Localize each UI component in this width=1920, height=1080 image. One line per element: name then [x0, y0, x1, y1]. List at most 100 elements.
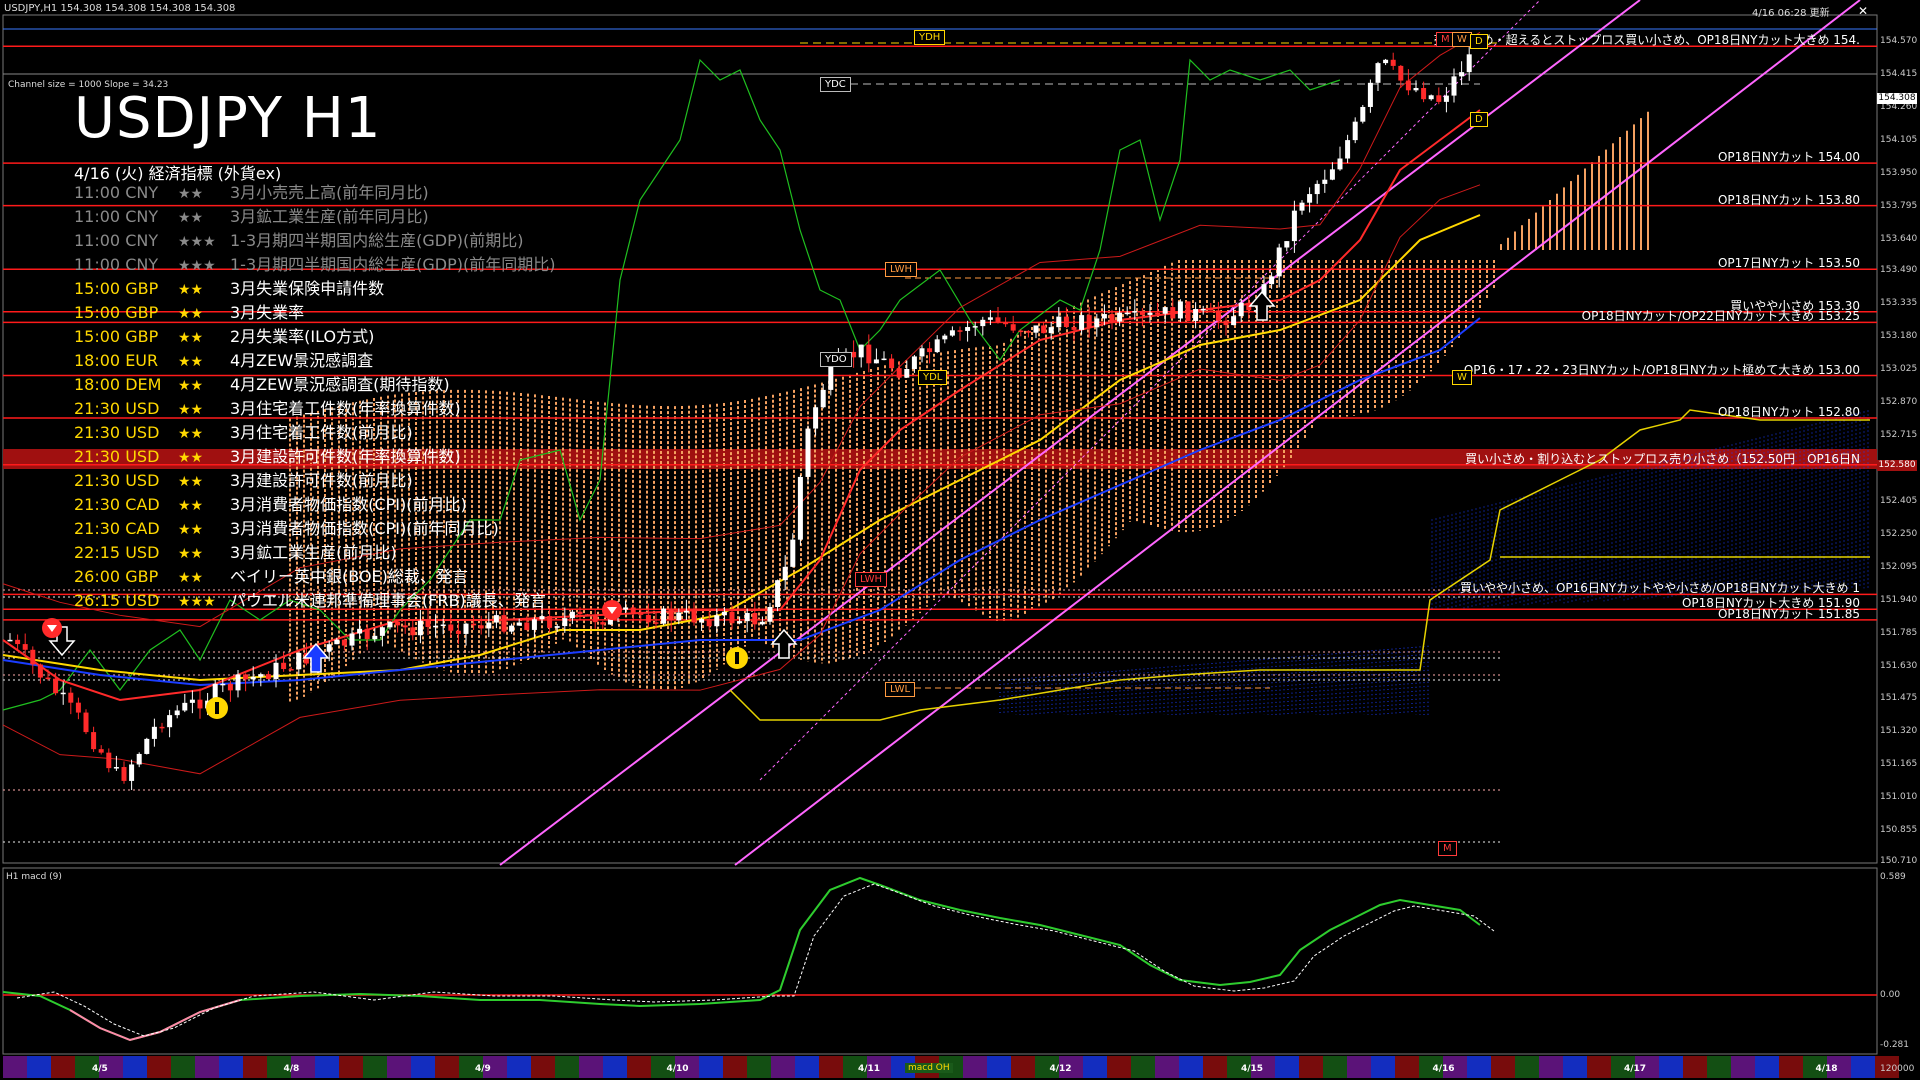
candle-body: [1094, 318, 1100, 328]
candle-body: [752, 613, 758, 625]
session-strip-segment: [1323, 1056, 1347, 1078]
price-tick: 151.165: [1880, 759, 1918, 770]
candle-body: [129, 764, 135, 781]
candle-body: [1390, 59, 1396, 66]
event-time: 11:00 CNY: [74, 231, 159, 250]
candle-body: [493, 615, 499, 623]
session-strip-segment: [627, 1056, 651, 1078]
candle-body: [531, 619, 537, 630]
candle-body: [1459, 72, 1465, 77]
session-strip-segment: [1131, 1056, 1155, 1078]
candle-body: [1269, 276, 1275, 285]
price-tick: 151.630: [1880, 660, 1918, 671]
candle-body: [1048, 327, 1054, 334]
yellow-signal-icon: [206, 697, 228, 719]
price-tick: 151.785: [1880, 627, 1918, 638]
session-strip-segment: [723, 1056, 747, 1078]
candle-body: [174, 710, 180, 716]
session-strip-segment: [147, 1056, 171, 1078]
candle-body: [189, 699, 195, 703]
sell-signal-icon: [602, 600, 622, 620]
symbol-title: USDJPY H1: [74, 86, 382, 151]
candle-body: [1451, 76, 1457, 96]
date-tick: 4/5: [92, 1064, 108, 1074]
macd-toggle-button[interactable]: macd OH: [905, 1063, 953, 1073]
candle-body: [737, 621, 743, 624]
candle-body: [987, 317, 993, 320]
calendar-event: 18:00 DEM ★★ 4月ZEW景況感調査(期待指数): [74, 373, 450, 397]
chart-close-icon[interactable]: ✕: [1858, 4, 1868, 18]
candle-body: [83, 712, 89, 733]
session-strip-segment: [1491, 1056, 1515, 1078]
reference-tag: LWH: [855, 572, 888, 587]
session-strip-segment: [507, 1056, 531, 1078]
candle-body: [547, 616, 553, 628]
candle-body: [1155, 312, 1161, 315]
price-tick: 152.095: [1880, 561, 1918, 572]
candle-body: [539, 616, 545, 620]
candle-body: [1033, 325, 1039, 333]
session-strip-segment: [771, 1056, 795, 1078]
event-name: 4月ZEW景況感調査: [230, 351, 374, 370]
candle-body: [676, 612, 682, 621]
event-stars: ★★: [178, 306, 204, 322]
session-strip-segment: [171, 1056, 195, 1078]
event-stars: ★★★: [178, 594, 216, 610]
price-tick: 152.715: [1880, 430, 1918, 441]
session-strip-segment: [1467, 1056, 1491, 1078]
session-strip-segment: [1083, 1056, 1107, 1078]
candle-body: [927, 348, 933, 353]
calendar-event: 11:00 CNY ★★ 3月小売売上高(前年同月比): [74, 181, 429, 205]
event-time: 15:00 GBP: [74, 327, 159, 346]
event-time: 21:30 USD: [74, 471, 160, 490]
candle-body: [364, 628, 370, 640]
candle-body: [68, 692, 74, 703]
candle-body: [1086, 315, 1092, 328]
session-strip-segment: [747, 1056, 771, 1078]
candle-body: [349, 633, 355, 646]
level-label: OP18日NYカット 153.80: [1717, 192, 1860, 207]
event-stars: ★★: [178, 474, 204, 490]
candle-body: [159, 726, 165, 729]
level-label: OP16・17・22・23日NYカット/OP18日NYカット極めて大きめ 153…: [1463, 362, 1860, 377]
candle-body: [949, 330, 955, 336]
calendar-event: 21:30 USD ★★ 3月住宅着工件数(前月比): [74, 421, 413, 445]
macd-label: H1 macd (9): [6, 872, 62, 882]
candle-body: [668, 608, 674, 621]
candle-body: [858, 344, 864, 358]
event-time: 21:30 CAD: [74, 519, 160, 538]
candle-body: [919, 348, 925, 357]
candle-body: [509, 625, 515, 632]
candle-body: [45, 677, 51, 680]
event-name: パウエル米連邦準備理事会(FRB)議長、発言: [230, 591, 546, 610]
price-tick: 154.105: [1880, 134, 1918, 145]
candle-body: [805, 428, 811, 477]
channel-lower: [734, 0, 1861, 866]
session-strip-segment: [579, 1056, 603, 1078]
price-tick: 153.490: [1880, 265, 1918, 276]
session-strip-segment: [1347, 1056, 1371, 1078]
candle-body: [1367, 82, 1373, 107]
candle-body: [1352, 121, 1358, 141]
price-tick: 153.640: [1880, 233, 1918, 244]
event-stars: ★★: [178, 282, 204, 298]
candle-body: [813, 407, 819, 429]
candle-body: [167, 715, 173, 728]
level-label: OP18日NYカット 152.80: [1717, 405, 1860, 419]
candle-body: [866, 344, 872, 364]
candle-body: [889, 358, 895, 369]
event-name: 3月小売売上高(前年同月比): [230, 183, 429, 202]
candle-body: [1314, 183, 1320, 195]
session-strip-segment: [27, 1056, 51, 1078]
price-tick: 154.415: [1880, 68, 1918, 79]
event-name: 3月消費者物価指数(CPI)(前年同月比): [230, 519, 499, 538]
event-time: 21:30 USD: [74, 399, 160, 418]
candle-body: [1018, 330, 1024, 333]
candle-body: [486, 622, 492, 629]
session-strip-segment: [1371, 1056, 1395, 1078]
session-strip-segment: [1755, 1056, 1779, 1078]
sell-signal-icon: [42, 618, 62, 638]
candle-body: [569, 611, 575, 619]
session-strip-segment: [435, 1056, 459, 1078]
candle-body: [1208, 308, 1214, 311]
